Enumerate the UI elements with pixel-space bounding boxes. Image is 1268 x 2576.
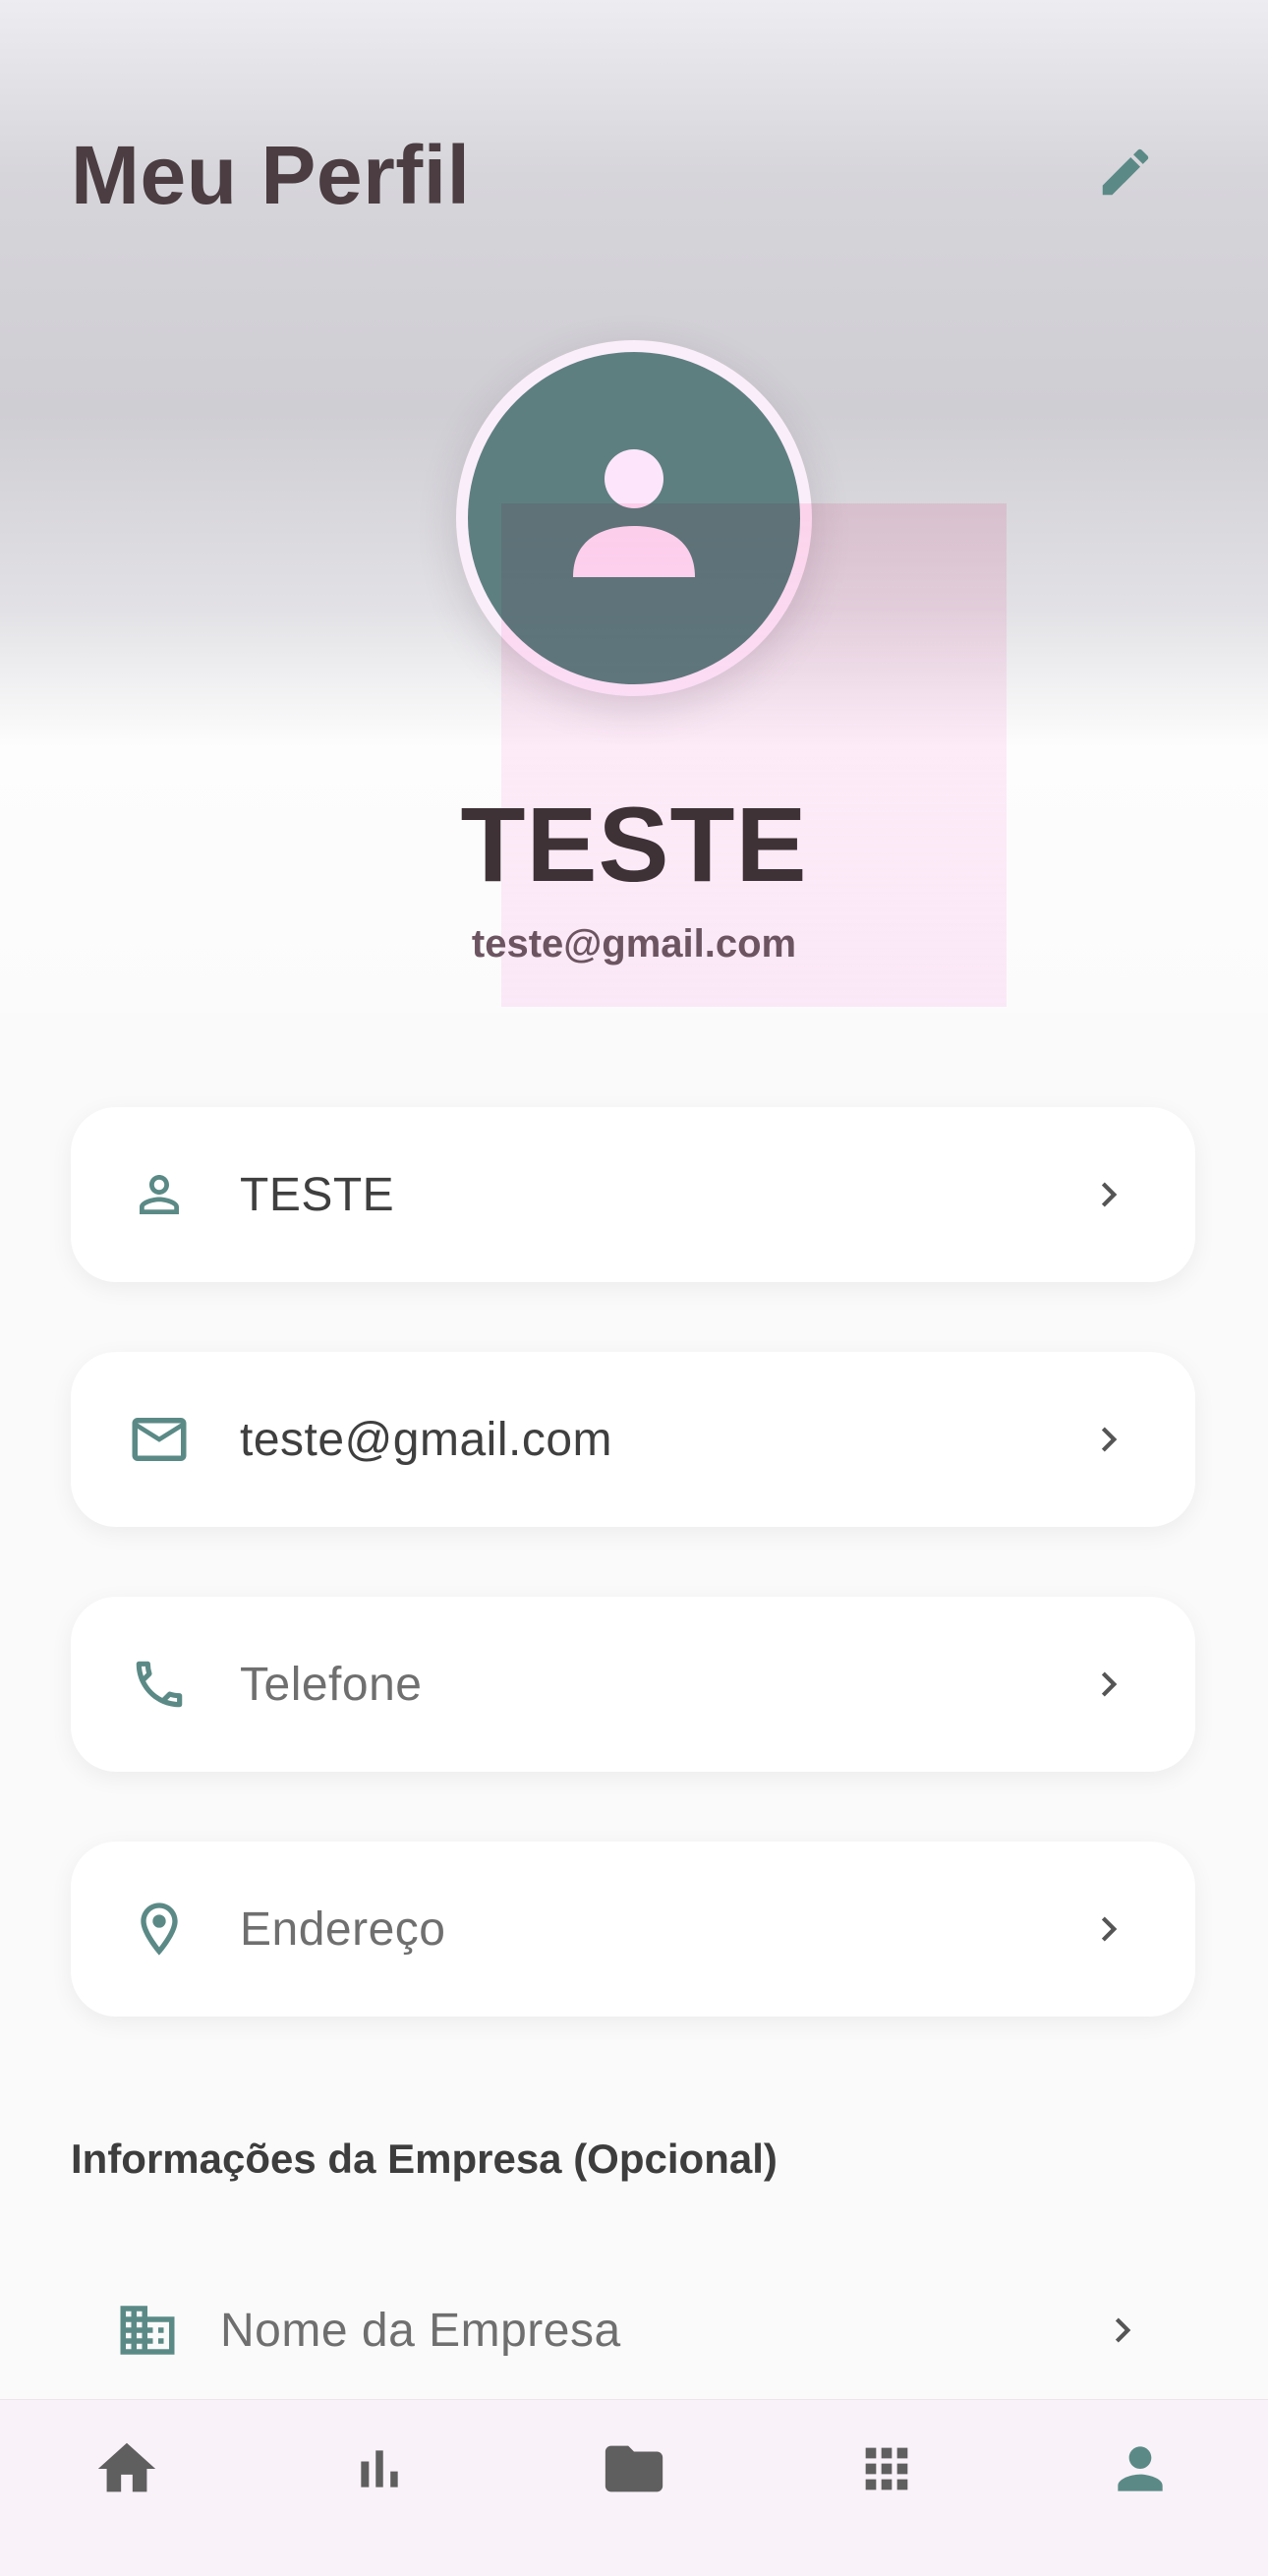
profile-icon [1118, 2446, 1163, 2491]
bottom-navigation [0, 2399, 1268, 2576]
chevron-right-icon [1079, 1900, 1138, 1959]
apps-grid-icon [865, 2447, 908, 2490]
company-section-title: Informações da Empresa (Opcional) [71, 2136, 778, 2182]
nav-apps[interactable] [847, 2430, 926, 2508]
chevron-right-icon [1079, 1165, 1138, 1224]
home-icon [97, 2442, 156, 2492]
nav-profile[interactable] [1101, 2430, 1180, 2508]
nav-reports[interactable] [340, 2430, 419, 2508]
pencil-edit-icon [1102, 148, 1149, 196]
chevron-right-icon [1093, 2301, 1152, 2360]
nav-home[interactable] [87, 2430, 166, 2508]
company-name-label: Nome da Empresa [220, 2304, 621, 2357]
chevron-right-icon [1079, 1655, 1138, 1714]
field-label-phone: Telefone [240, 1658, 423, 1711]
company-name-row[interactable]: Nome da Empresa [71, 2281, 1195, 2379]
folder-icon [605, 2445, 663, 2492]
building-icon [108, 2291, 187, 2370]
bar-chart-icon [361, 2450, 398, 2488]
field-card-name[interactable]: TESTE [71, 1107, 1195, 1282]
location-pin-icon [120, 1890, 199, 1968]
phone-icon [120, 1645, 199, 1724]
field-label-address: Endereço [240, 1903, 446, 1956]
profile-email: teste@gmail.com [471, 922, 797, 966]
field-label-email: teste@gmail.com [240, 1413, 613, 1466]
person-outline-icon [120, 1155, 199, 1234]
chevron-right-icon [1079, 1410, 1138, 1469]
edit-profile-button[interactable] [1091, 138, 1160, 206]
profile-name: TESTE [460, 785, 808, 904]
page-title: Meu Perfil [71, 129, 471, 221]
field-label-name: TESTE [240, 1168, 395, 1221]
nav-files[interactable] [595, 2430, 673, 2508]
field-card-address[interactable]: Endereço [71, 1842, 1195, 2017]
field-card-email[interactable]: teste@gmail.com [71, 1352, 1195, 1527]
field-card-phone[interactable]: Telefone [71, 1597, 1195, 1772]
mail-icon [120, 1400, 199, 1479]
